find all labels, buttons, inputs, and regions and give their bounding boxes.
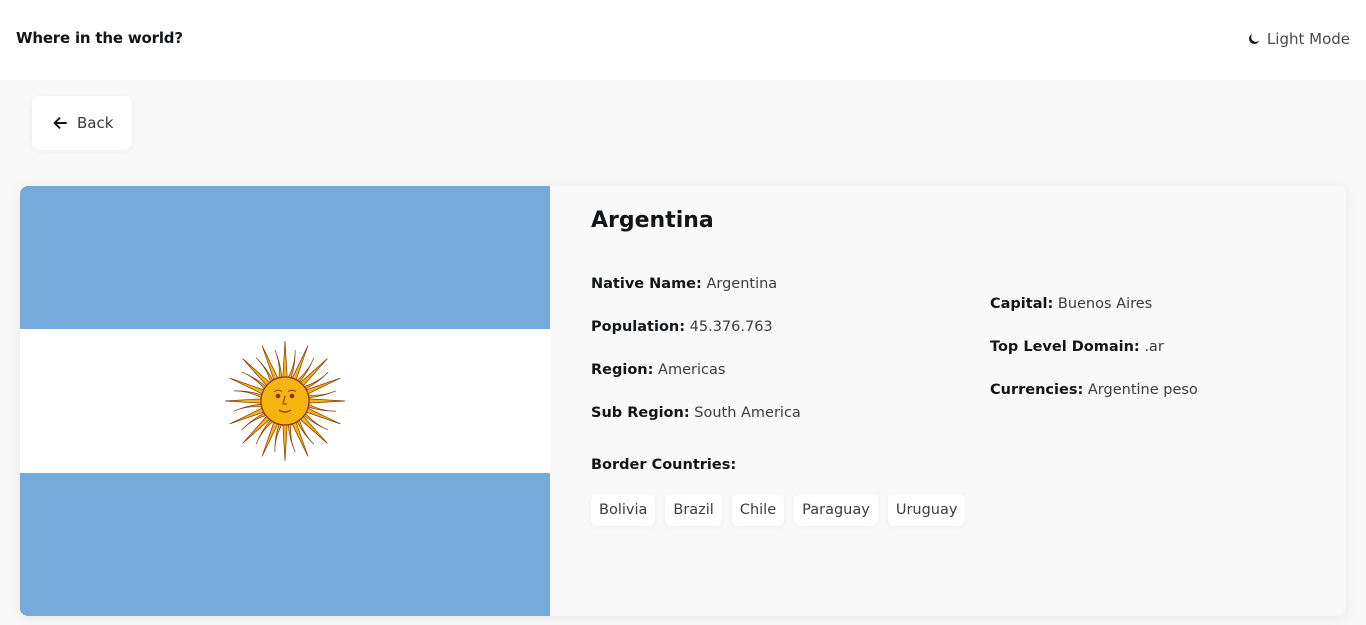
country-detail-card: Argentina Native Name: Argentina Populat… (20, 186, 1346, 616)
theme-toggle-button[interactable]: Light Mode (1247, 30, 1350, 48)
sub-region-key: Sub Region: (591, 405, 690, 421)
population-key: Population: (591, 319, 686, 335)
country-details: Argentina Native Name: Argentina Populat… (591, 186, 1331, 616)
capital-value: Buenos Aires (1057, 296, 1153, 312)
back-button[interactable]: Back (32, 96, 132, 150)
border-countries-label: Border Countries: (591, 457, 737, 473)
population-row: Population: 45.376.763 (591, 319, 773, 335)
population-value: 45.376.763 (689, 319, 773, 335)
border-country-chip[interactable]: Paraguay (794, 494, 878, 526)
capital-row: Capital: Buenos Aires (990, 296, 1152, 312)
country-name: Argentina (591, 208, 714, 233)
currencies-value: Argentine peso (1087, 382, 1198, 398)
native-name-row: Native Name: Argentina (591, 276, 777, 292)
sub-region-value: South America (694, 405, 801, 421)
argentina-flag (20, 186, 550, 616)
site-title: Where in the world? (16, 29, 183, 47)
currencies-row: Currencies: Argentine peso (990, 382, 1198, 398)
moon-icon (1247, 32, 1261, 46)
border-country-chip[interactable]: Uruguay (887, 494, 966, 526)
border-country-chip[interactable]: Brazil (665, 494, 722, 526)
region-value: Americas (658, 362, 726, 378)
top-level-domain-row: Top Level Domain: .ar (990, 339, 1164, 355)
native-name-value: Argentina (706, 276, 778, 292)
border-countries-list: Bolivia Brazil Chile Paraguay Uruguay (591, 494, 966, 526)
theme-toggle-label: Light Mode (1266, 30, 1350, 48)
sub-region-row: Sub Region: South America (591, 405, 801, 421)
border-country-chip[interactable]: Chile (731, 494, 785, 526)
border-country-chip[interactable]: Bolivia (591, 494, 656, 526)
region-row: Region: Americas (591, 362, 725, 378)
top-level-domain-key: Top Level Domain: (990, 339, 1140, 355)
arrow-left-icon (52, 115, 68, 131)
region-key: Region: (591, 362, 654, 378)
top-level-domain-value: .ar (1144, 339, 1164, 355)
currencies-key: Currencies: (990, 382, 1084, 398)
sun-of-may-icon (224, 340, 346, 462)
back-button-label: Back (77, 114, 114, 132)
capital-key: Capital: (990, 296, 1054, 312)
native-name-key: Native Name: (591, 276, 702, 292)
site-header: Where in the world? Light Mode (0, 0, 1366, 80)
